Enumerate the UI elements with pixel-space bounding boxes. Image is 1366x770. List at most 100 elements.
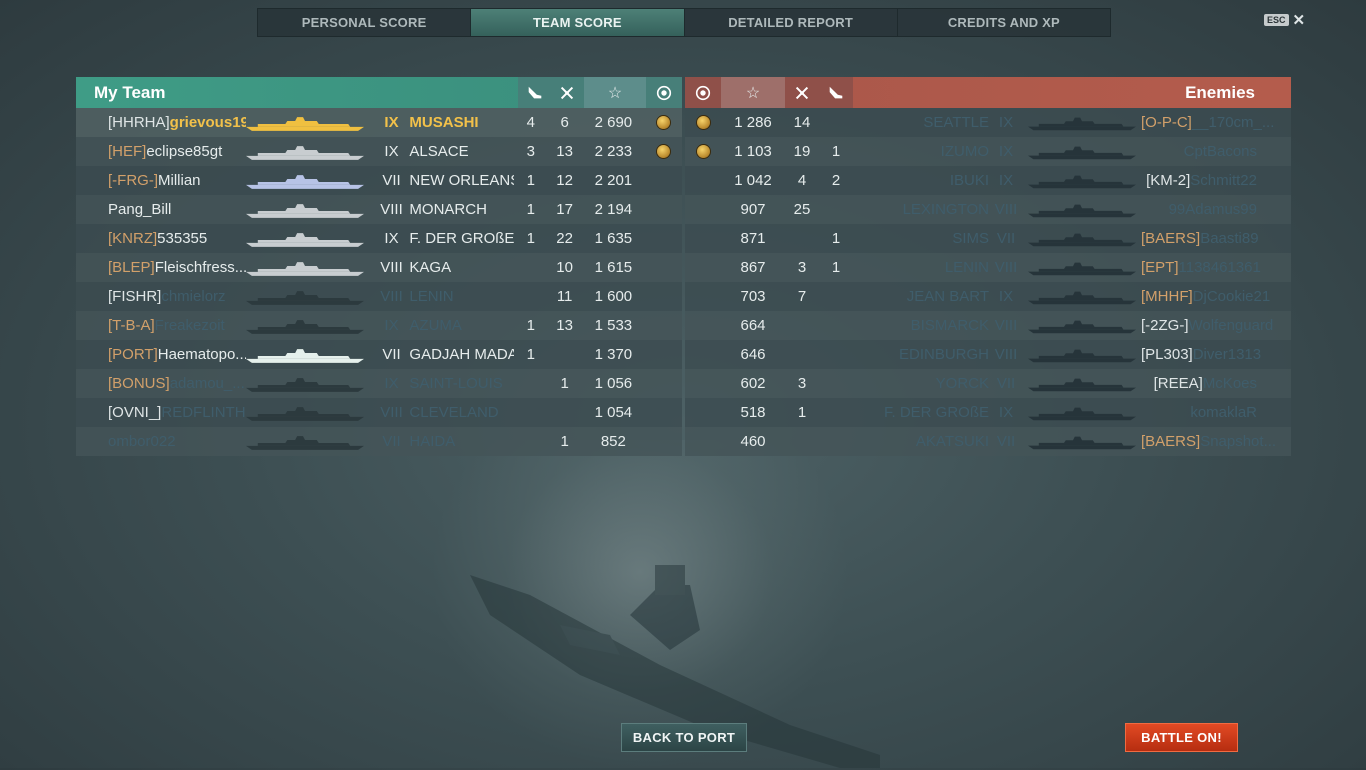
- my-team-player-row[interactable]: ombor022 VII HAIDA 1 852: [76, 427, 682, 456]
- close-button[interactable]: ESC ✕: [1264, 11, 1305, 29]
- clan-tag: [BLEP]: [108, 259, 155, 276]
- ship-name: KAGA: [409, 259, 452, 276]
- player-name-cell: CptBacons: [1141, 143, 1286, 160]
- enemy-player-row[interactable]: 518 1 F. DER GROßE IX komaklaR: [685, 398, 1291, 427]
- enemy-player-row[interactable]: 1 103 19 1 IZUMO IX CptBacons: [685, 137, 1291, 166]
- player-name-cell: 99Adamus99: [1141, 201, 1286, 218]
- tab-detailed-report[interactable]: DETAILED REPORT: [685, 9, 898, 36]
- clan-tag: [T-B-A]: [108, 317, 155, 334]
- base-xp: 2 233: [594, 143, 633, 160]
- player-name: komaklaR: [1190, 404, 1257, 421]
- medal-icon: [685, 77, 721, 108]
- ship-name: JEAN BART: [906, 288, 989, 305]
- enemy-player-row[interactable]: 664 BISMARCK VIII [-2ZG-]Wolfenguard: [685, 311, 1291, 340]
- planes-destroyed: 1: [831, 259, 841, 276]
- ship-image: [246, 144, 373, 160]
- base-xp: 1 286: [734, 114, 772, 131]
- ship-name: NEW ORLEANS: [409, 172, 514, 189]
- ship-image: [246, 260, 373, 276]
- enemy-player-row[interactable]: 646 EDINBURGH VIII [PL303]Diver1313: [685, 340, 1291, 369]
- enemies-rows: 1 286 14 SEATTLE IX [O-P-C]__170cm_... 1 103 1…: [685, 108, 1291, 456]
- enemy-player-row[interactable]: 1 042 4 2 IBUKI IX [KM-2]Schmitt22: [685, 166, 1291, 195]
- ship-silhouette-icon: [246, 174, 365, 189]
- ship-silhouette-icon: [1028, 320, 1136, 333]
- clan-tag: [KM-2]: [1146, 172, 1191, 189]
- ship-image: [246, 231, 373, 247]
- base-xp: 1 042: [734, 172, 772, 189]
- my-team-player-row[interactable]: [OVNI_]REDFLINTH VIII CLEVELAND 1 054: [76, 398, 682, 427]
- tab-team-score[interactable]: TEAM SCORE: [471, 9, 685, 36]
- my-team-player-row[interactable]: [KNRZ]535355 IX F. DER GROßE 1 22 1 635: [76, 224, 682, 253]
- clan-tag: [-2ZG-]: [1141, 317, 1189, 334]
- ship-tier: VIII: [380, 201, 403, 218]
- my-team-player-row[interactable]: [T-B-A]Freakezoit IX AZUMA 1 13 1 533: [76, 311, 682, 340]
- enemy-player-row[interactable]: 460 AKATSUKI VII [BAERS]Snapshot...: [685, 427, 1291, 456]
- ship-tier: VIII: [380, 288, 403, 305]
- player-name-cell: [FISHR]chmielorz: [76, 288, 246, 305]
- player-name-cell: [PL303]Diver1313: [1141, 346, 1286, 363]
- enemy-player-row[interactable]: 867 3 1 LENIN VIII [EPT]1138461361: [685, 253, 1291, 282]
- planes-destroyed: 4: [526, 114, 535, 131]
- planes-destroyed: 1: [526, 346, 535, 363]
- tab-personal-score[interactable]: PERSONAL SCORE: [258, 9, 472, 36]
- my-team-player-row[interactable]: [FISHR]chmielorz VIII LENIN 11 1 600: [76, 282, 682, 311]
- ship-silhouette-icon: [1028, 146, 1136, 159]
- planes-destroyed: 1: [526, 317, 535, 334]
- player-name-cell: [HEF]eclipse85gt: [76, 143, 246, 160]
- enemies-header: ☆ Enemies: [685, 77, 1291, 108]
- tab-credits-and-xp[interactable]: CREDITS AND XP: [898, 9, 1110, 36]
- frags-count: 3: [797, 375, 807, 392]
- enemies-title: Enemies: [1185, 82, 1255, 102]
- ship-name: LEXINGTON: [902, 201, 989, 218]
- my-team-player-row[interactable]: [PORT]Haematopo... VII GADJAH MADA 1 1 370: [76, 340, 682, 369]
- planes-destroyed: 3: [526, 143, 535, 160]
- enemy-player-row[interactable]: 871 1 SIMS VII [BAERS]Baasti89: [685, 224, 1291, 253]
- clan-tag: [-FRG-]: [108, 172, 158, 189]
- ship-tier: VII: [996, 433, 1016, 450]
- player-name-cell: [KNRZ]535355: [76, 230, 246, 247]
- ship-name: EDINBURGH: [898, 346, 989, 363]
- ship-image: [1023, 144, 1141, 160]
- medal-cell: [645, 116, 682, 129]
- ship-image: [1023, 260, 1141, 276]
- clan-tag: [HHRHA]: [108, 114, 170, 131]
- player-name: CptBacons: [1183, 143, 1257, 160]
- my-team-player-row[interactable]: [-FRG-]Millian VII NEW ORLEANS 1 12 2 201: [76, 166, 682, 195]
- ship-image: [246, 318, 373, 334]
- player-name-cell: [OVNI_]REDFLINTH: [76, 404, 246, 421]
- score-tabs: PERSONAL SCORE TEAM SCORE DETAILED REPOR…: [257, 8, 1111, 37]
- ship-tier: IX: [384, 375, 399, 392]
- planes-destroyed: 1: [526, 172, 535, 189]
- battle-on-button[interactable]: BATTLE ON!: [1125, 723, 1238, 752]
- my-team-player-row[interactable]: Pang_Bill VIII MONARCH 1 17 2 194: [76, 195, 682, 224]
- enemy-player-row[interactable]: 602 3 YORCK VII [REEA]McKoes: [685, 369, 1291, 398]
- ship-image: [1023, 115, 1141, 131]
- player-name: __170cm_...: [1191, 114, 1275, 131]
- frags-icon: [785, 77, 819, 108]
- ship-silhouette-icon: [1028, 233, 1136, 246]
- player-name: Millian: [158, 172, 201, 189]
- enemy-player-row[interactable]: 907 25 LEXINGTON VIII 99Adamus99: [685, 195, 1291, 224]
- base-xp: 1 054: [594, 404, 633, 421]
- player-name: McKoes: [1202, 375, 1257, 392]
- enemy-player-row[interactable]: 703 7 JEAN BART IX [MHHF]DjCookie21: [685, 282, 1291, 311]
- player-name-cell: [PORT]Haematopo...: [76, 346, 246, 363]
- my-team-player-row[interactable]: [HHRHA]grievous19... IX MUSASHI 4 6 2 690: [76, 108, 682, 137]
- my-team-player-row[interactable]: [HEF]eclipse85gt IX ALSACE 3 13 2 233: [76, 137, 682, 166]
- ship-name: BISMARCK: [910, 317, 989, 334]
- my-team-player-row[interactable]: [BONUS]adamou_... IX SAINT-LOUIS 1 1 056: [76, 369, 682, 398]
- ship-tier: IX: [998, 114, 1014, 131]
- ship-tier: VIII: [994, 201, 1018, 218]
- ship-silhouette-icon: [1028, 117, 1136, 130]
- ship-silhouette-icon: [246, 406, 365, 421]
- ship-tier: IX: [384, 114, 399, 131]
- base-xp: 460: [740, 433, 766, 450]
- player-name: Freakezoit: [154, 317, 225, 334]
- enemy-player-row[interactable]: 1 286 14 SEATTLE IX [O-P-C]__170cm_...: [685, 108, 1291, 137]
- back-to-port-button[interactable]: BACK TO PORT: [621, 723, 747, 752]
- ship-name: GADJAH MADA: [409, 346, 514, 363]
- my-team-player-row[interactable]: [BLEP]Fleischfress... VIII KAGA 10 1 615: [76, 253, 682, 282]
- ship-image: [1023, 173, 1141, 189]
- star-icon: ☆: [721, 77, 785, 108]
- ship-name: AZUMA: [409, 317, 462, 334]
